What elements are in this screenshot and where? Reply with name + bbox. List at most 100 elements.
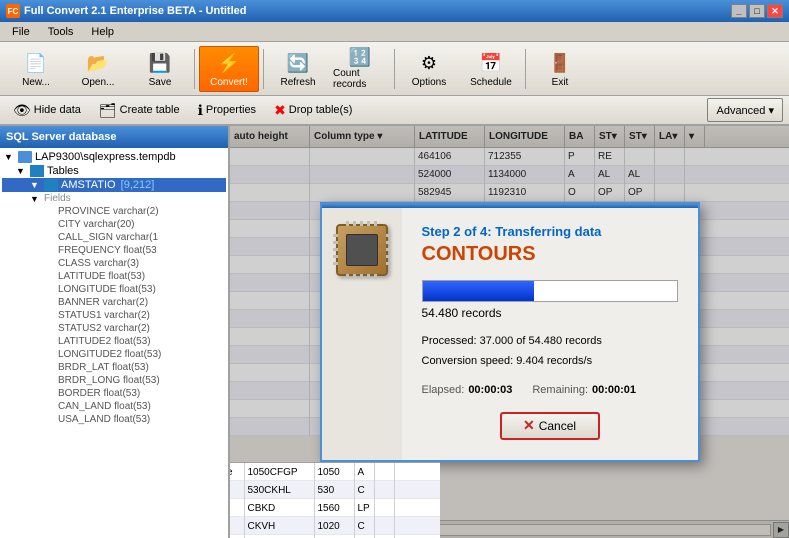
drop-table-icon: ✖	[274, 102, 286, 119]
create-table-button[interactable]: 🗂 Create table	[92, 98, 187, 122]
panel-title: SQL Server database	[0, 126, 228, 148]
active-table-expand-icon: ▼	[30, 180, 44, 190]
tree-field-item: BANNER varchar(2)	[2, 296, 226, 309]
tree-fields-node[interactable]: ▼ Fields	[2, 192, 226, 205]
tree-field-item: BORDER float(53)	[2, 387, 226, 400]
dialog-body: Step 2 of 4: Transferring data CONTOURS …	[402, 208, 698, 460]
dialog-overlay: ABGrande Prairie1050CFGP1050AABHigh Leve…	[230, 126, 789, 538]
refresh-icon: 🔄	[284, 49, 312, 77]
count-records-button[interactable]: 🔢 Count records	[330, 46, 390, 92]
background-table: ABGrande Prairie1050CFGP1050AABHigh Leve…	[230, 462, 440, 463]
pin	[386, 255, 391, 258]
pin	[353, 274, 356, 279]
progress-text: 44 %	[423, 281, 677, 301]
tree-field-item: FREQUENCY float(53	[2, 244, 226, 257]
count-icon: 🔢	[346, 47, 374, 68]
cpu-pins-top	[346, 221, 377, 226]
table-row[interactable]: ABHigh LevelCBKD1560LP	[230, 499, 440, 517]
menu-file[interactable]: File	[4, 24, 38, 40]
menu-tools[interactable]: Tools	[40, 24, 82, 40]
pin	[346, 274, 349, 279]
minimize-button[interactable]: _	[731, 4, 747, 18]
tree-field-item: CLASS varchar(3)	[2, 257, 226, 270]
right-panel: auto height Column type ▾ LATITUDE LONGI…	[230, 126, 789, 538]
tree-field-item: PROVINCE varchar(2)	[2, 205, 226, 218]
pin	[367, 221, 370, 226]
tree-server[interactable]: ▼ LAP9300\sqlexpress.tempdb	[2, 150, 226, 164]
processed-stat: Processed: 37.000 of 54.480 records	[422, 332, 678, 352]
hide-data-icon: 👁	[13, 102, 31, 119]
tree-area[interactable]: ▼ LAP9300\sqlexpress.tempdb ▼ Tables ▼ A…	[0, 148, 228, 538]
pin	[386, 241, 391, 244]
pin	[333, 234, 338, 237]
elapsed-item: Elapsed: 00:00:03	[422, 384, 513, 396]
tree-field-item: LATITUDE2 float(53)	[2, 335, 226, 348]
tree-tables[interactable]: ▼ Tables	[2, 164, 226, 178]
table-row[interactable]: ABHigh Level530CKHL530C	[230, 481, 440, 499]
tables-expand-icon: ▼	[16, 166, 30, 176]
schedule-button[interactable]: 📅 Schedule	[461, 46, 521, 92]
pin	[367, 274, 370, 279]
close-button[interactable]: ✕	[767, 4, 783, 18]
create-table-icon: 🗂	[99, 102, 117, 119]
tree-active-table[interactable]: ▼ AMSTATIO [9,212]	[2, 178, 226, 192]
pin	[360, 221, 363, 226]
cpu-chip	[346, 234, 378, 266]
title-bar: FC Full Convert 2.1 Enterprise BETA - Un…	[0, 0, 789, 22]
main-area: SQL Server database ▼ LAP9300\sqlexpress…	[0, 126, 789, 538]
pin	[353, 221, 356, 226]
tree-field-item: LONGITUDE2 float(53)	[2, 348, 226, 361]
hide-data-button[interactable]: 👁 Hide data	[6, 98, 88, 122]
exit-button[interactable]: 🚪 Exit	[530, 46, 590, 92]
tree-field-item: STATUS2 varchar(2)	[2, 322, 226, 335]
pin	[360, 274, 363, 279]
remaining-item: Remaining: 00:00:01	[532, 384, 636, 396]
drop-table-button[interactable]: ✖ Drop table(s)	[267, 98, 359, 122]
properties-icon: ℹ	[198, 102, 203, 119]
exit-icon: 🚪	[546, 49, 574, 77]
table-row[interactable]: ABHigh PrairieCKVH1020C	[230, 517, 440, 535]
speed-stat: Conversion speed: 9.404 records/s	[422, 352, 678, 372]
refresh-button[interactable]: 🔄 Refresh	[268, 46, 328, 92]
tree-field-item: CAN_LAND float(53)	[2, 400, 226, 413]
save-button[interactable]: 💾 Save	[130, 46, 190, 92]
menu-help[interactable]: Help	[83, 24, 122, 40]
field-list: PROVINCE varchar(2)CITY varchar(20)CALL_…	[2, 205, 226, 426]
tree-field-item: BRDR_LONG float(53)	[2, 374, 226, 387]
maximize-button[interactable]: □	[749, 4, 765, 18]
new-icon: 📄	[22, 49, 50, 77]
pin	[333, 262, 338, 265]
secondary-toolbar: 👁 Hide data 🗂 Create table ℹ Properties …	[0, 96, 789, 126]
convert-button[interactable]: ⚡ Convert!	[199, 46, 259, 92]
pin	[346, 221, 349, 226]
dialog-icon-area	[322, 208, 402, 460]
table-row[interactable]: ABGrande Prairie1050CFGP1050A	[230, 463, 440, 481]
fields-expand-icon: ▼	[30, 194, 44, 204]
properties-button[interactable]: ℹ Properties	[191, 98, 263, 122]
pin	[386, 234, 391, 237]
options-icon: ⚙	[415, 49, 443, 77]
save-icon: 💾	[146, 49, 174, 77]
tree-field-item: STATUS1 varchar(2)	[2, 309, 226, 322]
menu-bar: File Tools Help	[0, 22, 789, 42]
window-title: Full Convert 2.1 Enterprise BETA - Untit…	[24, 5, 246, 17]
record-count: 54.480 records	[422, 306, 678, 320]
pin	[374, 221, 377, 226]
tree-field-item: USA_LAND float(53)	[2, 413, 226, 426]
advanced-dropdown[interactable]: Advanced ▾	[707, 98, 783, 122]
cancel-icon: ✕	[523, 417, 535, 434]
cancel-button[interactable]: ✕ Cancel	[500, 412, 600, 440]
progress-dialog: Step 2 of 4: Transferring data CONTOURS …	[320, 202, 700, 462]
options-button[interactable]: ⚙ Options	[399, 46, 459, 92]
left-panel: SQL Server database ▼ LAP9300\sqlexpress…	[0, 126, 230, 538]
pin	[374, 274, 377, 279]
dialog-step: Step 2 of 4: Transferring data	[422, 224, 678, 239]
open-icon: 📂	[84, 49, 112, 77]
toolbar-sep-2	[263, 49, 264, 89]
open-button[interactable]: 📂 Open...	[68, 46, 128, 92]
schedule-icon: 📅	[477, 49, 505, 77]
cpu-pins-left	[333, 234, 338, 265]
pin	[333, 248, 338, 251]
new-button[interactable]: 📄 New...	[6, 46, 66, 92]
pin	[386, 248, 391, 251]
